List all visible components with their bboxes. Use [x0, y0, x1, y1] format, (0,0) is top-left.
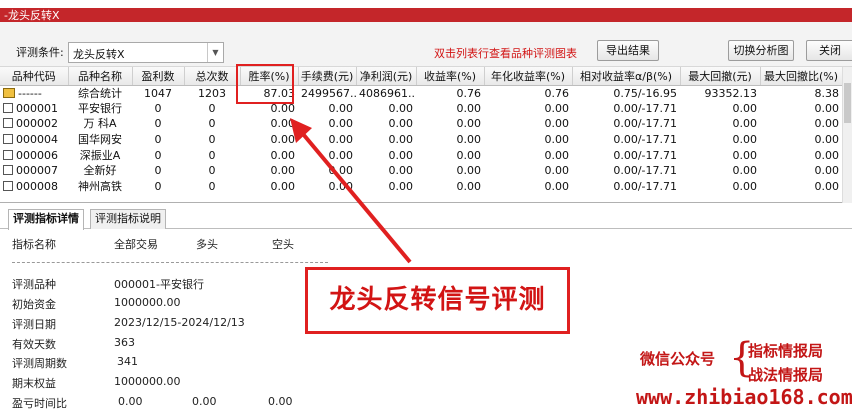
watermark-line2: 战法情报局: [748, 366, 824, 384]
watermark-wechat: 微信公众号: [640, 350, 716, 368]
annotation-arrow: [290, 118, 412, 264]
watermark-line1: 指标情报局: [748, 342, 824, 360]
arrow-line: [296, 126, 412, 264]
watermark-url: www.zhibiao168.com: [636, 385, 852, 409]
callout-box: 龙头反转信号评测: [305, 267, 570, 334]
